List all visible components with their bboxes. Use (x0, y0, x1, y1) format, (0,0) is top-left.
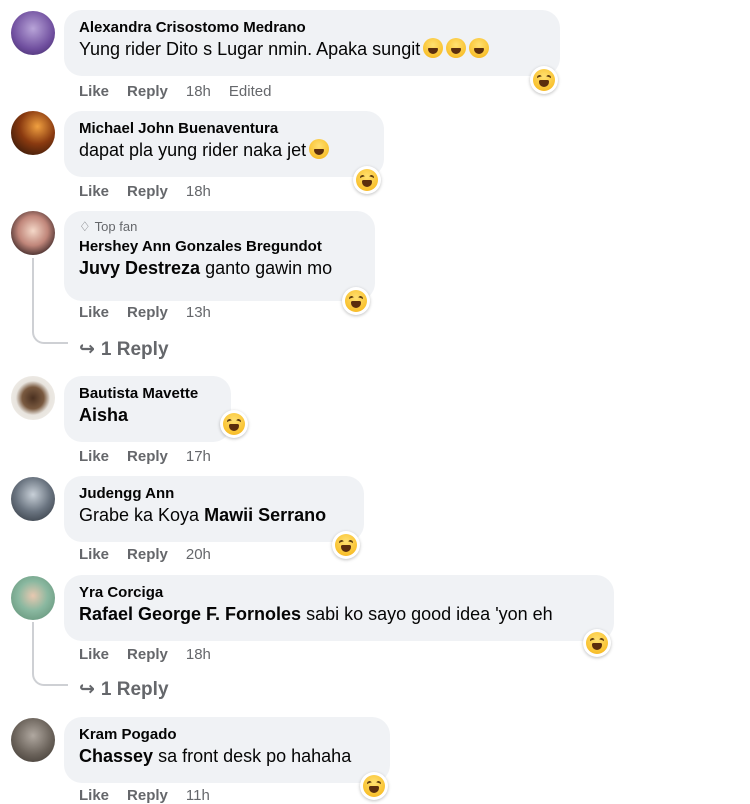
like-button[interactable]: Like (79, 546, 109, 563)
comment-text: Aisha (79, 403, 217, 428)
avatar[interactable] (11, 211, 55, 255)
comment-actions: Like Reply 18h (79, 183, 229, 200)
like-button[interactable]: Like (79, 304, 109, 321)
mention-link[interactable]: Chassey (79, 746, 153, 766)
thread-line (32, 258, 34, 328)
comment-timestamp[interactable]: 13h (186, 304, 211, 321)
avatar[interactable] (11, 718, 55, 762)
comment-text: Yung rider Dito s Lugar nmin. Apaka sung… (79, 37, 546, 62)
top-fan-badge: ♢ Top fan (79, 219, 361, 235)
reply-button[interactable]: Reply (127, 304, 168, 321)
reply-button[interactable]: Reply (127, 646, 168, 663)
avatar[interactable] (11, 576, 55, 620)
like-button[interactable]: Like (79, 787, 109, 804)
like-button[interactable]: Like (79, 448, 109, 465)
comment-actions: Like Reply 20h (79, 546, 229, 563)
haha-reaction-icon[interactable] (530, 66, 558, 94)
reply-button[interactable]: Reply (127, 787, 168, 804)
comment-author[interactable]: Yra Corciga (79, 583, 600, 602)
diamond-icon: ♢ (79, 219, 91, 234)
comment-timestamp[interactable]: 17h (186, 448, 211, 465)
avatar[interactable] (11, 111, 55, 155)
avatar[interactable] (11, 477, 55, 521)
comment-timestamp[interactable]: 11h (186, 787, 210, 804)
reply-arrow-icon: ↪ (79, 679, 95, 700)
haha-reaction-icon[interactable] (220, 410, 248, 438)
comment-actions: Like Reply 18h (79, 646, 229, 663)
edited-label: Edited (228, 83, 272, 100)
haha-reaction-icon[interactable] (583, 629, 611, 657)
reply-arrow-icon: ↪ (79, 339, 95, 360)
comment-body: Grabe ka Koya (79, 505, 205, 525)
view-replies-link[interactable]: ↪ 1 Reply (79, 678, 169, 701)
comment-author[interactable]: Judengg Ann (79, 484, 350, 503)
comment-timestamp[interactable]: 18h (186, 183, 211, 200)
avatar[interactable] (11, 11, 55, 55)
comment-actions: Like Reply 13h (79, 304, 229, 321)
avatar[interactable] (11, 376, 55, 420)
comment-timestamp[interactable]: 18h (186, 83, 211, 100)
view-replies-label: 1 Reply (100, 678, 169, 700)
thread-line (32, 622, 34, 670)
mention-link[interactable]: Mawii Serrano (204, 505, 326, 525)
comment-actions: Like Reply 17h (79, 448, 229, 465)
comment-bubble: Yra Corciga Rafael George F. Fornoles sa… (64, 575, 614, 641)
reply-button[interactable]: Reply (127, 448, 168, 465)
comment-timestamp[interactable]: 18h (186, 646, 211, 663)
haha-reaction-icon[interactable] (353, 166, 381, 194)
mention-link[interactable]: Juvy Destreza (79, 258, 200, 278)
comment-body: sa front desk po hahaha (153, 746, 352, 766)
laughing-emoji-icon (469, 38, 490, 58)
comment-bubble: Alexandra Crisostomo Medrano Yung rider … (64, 10, 560, 76)
comment-bubble: Michael John Buenaventura dapat pla yung… (64, 111, 384, 177)
haha-reaction-icon[interactable] (332, 531, 360, 559)
comment-text: Juvy Destreza ganto gawin mo (79, 256, 361, 281)
comment-body: sabi ko sayo good idea 'yon eh (301, 604, 553, 624)
comment-bubble: Judengg Ann Grabe ka Koya Mawii Serrano (64, 476, 364, 542)
comment-body: dapat pla yung rider naka jet (79, 140, 307, 160)
comment-text: Chassey sa front desk po hahaha (79, 744, 376, 769)
haha-reaction-icon[interactable] (342, 287, 370, 315)
laughing-emoji-icon (309, 139, 330, 159)
like-button[interactable]: Like (79, 183, 109, 200)
thread-connector (32, 668, 68, 686)
laughing-emoji-icon (446, 38, 467, 58)
like-button[interactable]: Like (79, 83, 109, 100)
thread-connector (32, 326, 68, 344)
laughing-emoji-icon (423, 38, 444, 58)
like-button[interactable]: Like (79, 646, 109, 663)
mention-link[interactable]: Rafael George F. Fornoles (79, 604, 301, 624)
comment-actions: Like Reply 11h (79, 787, 228, 804)
comment-timestamp[interactable]: 20h (186, 546, 211, 563)
view-replies-label: 1 Reply (100, 338, 169, 360)
comment-text: Grabe ka Koya Mawii Serrano (79, 503, 350, 528)
comment-author[interactable]: Bautista Mavette (79, 384, 217, 403)
reply-button[interactable]: Reply (127, 83, 168, 100)
comment-author[interactable]: Hershey Ann Gonzales Bregundot (79, 237, 361, 256)
comment-author[interactable]: Kram Pogado (79, 725, 376, 744)
mention-link[interactable]: Aisha (79, 405, 128, 425)
reply-button[interactable]: Reply (127, 546, 168, 563)
haha-reaction-icon[interactable] (360, 772, 388, 800)
comment-bubble: Bautista Mavette Aisha (64, 376, 231, 442)
reply-button[interactable]: Reply (127, 183, 168, 200)
comment-bubble: ♢ Top fan Hershey Ann Gonzales Bregundot … (64, 211, 375, 301)
top-fan-label: Top fan (94, 219, 138, 234)
comment-author[interactable]: Michael John Buenaventura (79, 119, 370, 138)
view-replies-link[interactable]: ↪ 1 Reply (79, 338, 169, 361)
comment-author[interactable]: Alexandra Crisostomo Medrano (79, 18, 546, 37)
comment-text: dapat pla yung rider naka jet (79, 138, 370, 163)
comment-text: Rafael George F. Fornoles sabi ko sayo g… (79, 602, 600, 627)
comment-bubble: Kram Pogado Chassey sa front desk po hah… (64, 717, 390, 783)
comment-actions: Like Reply 18h Edited (79, 83, 289, 100)
comment-body: Yung rider Dito s Lugar nmin. Apaka sung… (79, 39, 421, 59)
comment-body: ganto gawin mo (200, 258, 333, 278)
